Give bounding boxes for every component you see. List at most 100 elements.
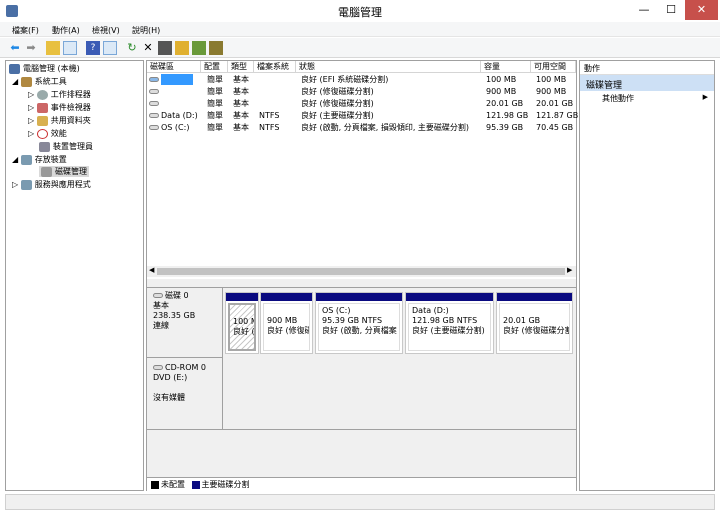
tree-item-storage[interactable]: ◢ 存放裝置 bbox=[12, 154, 67, 165]
scroll-left-icon[interactable]: ◀ bbox=[149, 266, 154, 274]
partition-type-band bbox=[226, 293, 258, 301]
tree-item-root[interactable]: 電腦管理 (本機) bbox=[9, 63, 80, 74]
scroll-right-icon[interactable]: ▶ bbox=[567, 266, 572, 274]
up-folder-icon[interactable] bbox=[46, 41, 60, 55]
disk-settings-icon[interactable] bbox=[209, 41, 223, 55]
window-title: 電腦管理 bbox=[338, 6, 382, 19]
cell-free[interactable]: 100 MB bbox=[536, 74, 581, 86]
partition-block[interactable]: 20.01 GB 良好 (修復磁碟分割) bbox=[496, 292, 573, 354]
cell-capacity[interactable]: 900 MB bbox=[486, 86, 534, 98]
back-icon[interactable]: ⬅ bbox=[8, 41, 22, 55]
tree-item-task-scheduler[interactable]: ▷ 工作排程器 bbox=[28, 89, 91, 100]
cell-type[interactable]: 基本 bbox=[233, 74, 257, 86]
partition-title: Data (D:) bbox=[412, 306, 449, 315]
forward-icon[interactable]: ➡ bbox=[24, 41, 38, 55]
tree-item-shared-folders[interactable]: ▷ 共用資料夾 bbox=[28, 115, 91, 126]
performance-icon bbox=[36, 128, 48, 139]
clock-icon bbox=[36, 89, 48, 100]
status-bar bbox=[5, 494, 715, 510]
partition-block[interactable]: OS (C:) 95.39 GB NTFS 良好 (啟動, 分頁檔案 bbox=[315, 292, 403, 354]
show-hide-tree-icon[interactable] bbox=[63, 41, 77, 55]
show-hide-action-pane-icon[interactable] bbox=[103, 41, 117, 55]
disk-0-label[interactable]: 磁碟 0 基本 238.35 GB 連線 bbox=[147, 288, 223, 358]
cell-free[interactable]: 20.01 GB bbox=[536, 98, 581, 110]
cell-volume[interactable] bbox=[149, 98, 203, 110]
cell-free[interactable]: 121.87 GB bbox=[536, 110, 581, 122]
cell-fs[interactable]: NTFS bbox=[259, 122, 299, 134]
partition-block[interactable]: Data (D:) 121.98 GB NTFS 良好 (主要磁碟分割) bbox=[405, 292, 494, 354]
partition-status: 良好 (EFI 系統磁碟分割) bbox=[233, 327, 255, 336]
column-header-volume[interactable]: 磁碟區 bbox=[147, 61, 201, 73]
cell-layout[interactable]: 簡單 bbox=[207, 74, 231, 86]
tree-item-system-tools[interactable]: ◢ 系統工具 bbox=[12, 76, 67, 87]
delete-icon[interactable]: ✕ bbox=[141, 41, 155, 55]
cell-status[interactable]: 良好 (啟動, 分頁檔案, 損毀傾印, 主要磁碟分割) bbox=[301, 122, 483, 134]
scrollbar-thumb[interactable] bbox=[157, 268, 565, 275]
column-header-type[interactable]: 類型 bbox=[228, 61, 254, 73]
cell-volume[interactable]: OS (C:) bbox=[149, 122, 203, 134]
tree-item-performance[interactable]: ▷ 效能 bbox=[28, 128, 67, 139]
close-button[interactable]: ✕ bbox=[685, 0, 718, 20]
cell-fs[interactable]: NTFS bbox=[259, 110, 299, 122]
properties-icon[interactable] bbox=[158, 41, 172, 55]
search-disk-icon[interactable] bbox=[192, 41, 206, 55]
menu-help[interactable]: 說明(H) bbox=[132, 25, 160, 36]
cell-status[interactable]: 良好 (修復磁碟分割) bbox=[301, 86, 483, 98]
refresh-icon[interactable]: ↻ bbox=[125, 41, 139, 55]
actions-section-disk-management[interactable]: 磁碟管理 bbox=[580, 75, 714, 91]
column-header-status[interactable]: 狀態 bbox=[296, 61, 481, 73]
cell-free[interactable]: 900 MB bbox=[536, 86, 581, 98]
cell-volume[interactable] bbox=[149, 74, 203, 86]
menu-file[interactable]: 檔案(F) bbox=[12, 25, 39, 36]
cell-capacity[interactable]: 100 MB bbox=[486, 74, 534, 86]
cell-fs[interactable] bbox=[259, 74, 299, 86]
tree-item-event-viewer[interactable]: ▷ 事件檢視器 bbox=[28, 102, 91, 113]
help-icon[interactable]: ? bbox=[86, 41, 100, 55]
column-header-capacity[interactable]: 容量 bbox=[481, 61, 531, 73]
minimize-button[interactable]: — bbox=[630, 0, 658, 20]
partition-status: 良好 (修復磁碟分割) bbox=[503, 326, 570, 335]
cell-capacity[interactable]: 95.39 GB bbox=[486, 122, 534, 134]
cell-fs[interactable] bbox=[259, 98, 299, 110]
cell-type[interactable]: 基本 bbox=[233, 86, 257, 98]
horizontal-scrollbar[interactable]: ◀ ▶ bbox=[147, 266, 576, 277]
tree-item-services[interactable]: ▷ 服務與應用程式 bbox=[12, 179, 91, 190]
cell-volume[interactable] bbox=[149, 86, 203, 98]
partition-title bbox=[233, 307, 251, 317]
cell-status[interactable]: 良好 (修復磁碟分割) bbox=[301, 98, 483, 110]
cell-layout[interactable]: 簡單 bbox=[207, 98, 231, 110]
cdrom-0-label[interactable]: CD-ROM 0 DVD (E:) 沒有媒體 bbox=[147, 358, 223, 430]
cell-layout[interactable]: 簡單 bbox=[207, 122, 231, 134]
partition-status: 良好 (啟動, 分頁檔案 bbox=[322, 326, 397, 335]
cdrom-icon bbox=[153, 365, 163, 370]
menu-view[interactable]: 檢視(V) bbox=[92, 25, 120, 36]
tree-item-device-manager[interactable]: 裝置管理員 bbox=[39, 141, 93, 152]
cell-status[interactable]: 良好 (主要磁碟分割) bbox=[301, 110, 483, 122]
cell-volume[interactable]: Data (D:) bbox=[149, 110, 203, 122]
volume-icon bbox=[149, 101, 159, 106]
cell-type[interactable]: 基本 bbox=[233, 110, 257, 122]
cell-free[interactable]: 70.45 GB bbox=[536, 122, 581, 134]
cell-fs[interactable] bbox=[259, 86, 299, 98]
partition-block[interactable]: 100 MB良好 (EFI 系統磁碟分割) bbox=[225, 292, 259, 354]
cell-type[interactable]: 基本 bbox=[233, 122, 257, 134]
cell-capacity[interactable]: 20.01 GB bbox=[486, 98, 534, 110]
cell-layout[interactable]: 簡單 bbox=[207, 110, 231, 122]
open-folder-icon[interactable] bbox=[175, 41, 189, 55]
column-header-layout[interactable]: 配置 bbox=[201, 61, 228, 73]
partition-body: Data (D:) 121.98 GB NTFS 良好 (主要磁碟分割) bbox=[408, 303, 491, 351]
maximize-button[interactable]: ☐ bbox=[657, 0, 685, 20]
partition-type-band bbox=[316, 293, 402, 301]
cell-status[interactable]: 良好 (EFI 系統磁碟分割) bbox=[301, 74, 483, 86]
partition-block[interactable]: 900 MB良好 (修復磁碟分割) bbox=[260, 292, 313, 354]
submenu-arrow-icon: ▶ bbox=[702, 93, 708, 101]
disk-icon bbox=[153, 293, 163, 298]
more-actions-item[interactable]: 其他動作 ▶ bbox=[580, 91, 714, 105]
column-header-free-space[interactable]: 可用空間 bbox=[531, 61, 576, 73]
column-header-filesystem[interactable]: 檔案系統 bbox=[254, 61, 296, 73]
menu-action[interactable]: 動作(A) bbox=[52, 25, 80, 36]
cell-type[interactable]: 基本 bbox=[233, 98, 257, 110]
cell-layout[interactable]: 簡單 bbox=[207, 86, 231, 98]
tree-item-disk-management[interactable]: 磁碟管理 bbox=[39, 166, 89, 177]
cell-capacity[interactable]: 121.98 GB bbox=[486, 110, 534, 122]
